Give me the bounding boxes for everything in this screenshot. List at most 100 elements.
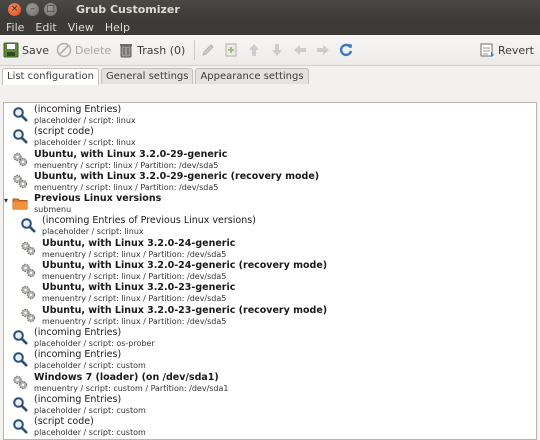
list-item[interactable]: Ubuntu, with Linux 3.2.0-23-generic menue… [4, 281, 536, 303]
list-item[interactable]: Ubuntu, with Linux 3.2.0-29-generic (rec… [4, 170, 536, 192]
entry-name: (script code) [34, 416, 94, 428]
menu-help[interactable]: Help [105, 21, 130, 34]
gears-icon [12, 173, 28, 189]
list-item[interactable]: ▾ Previous Linux versions submenu [4, 192, 536, 214]
trash-button[interactable]: Trash (0) [118, 42, 185, 58]
list-item[interactable]: Ubuntu, with Linux 3.2.0-24-generic menue… [4, 237, 536, 259]
minimize-window-button[interactable]: – [26, 3, 39, 16]
tab-appearance-settings[interactable]: Appearance settings [195, 68, 309, 84]
move-right-button[interactable] [315, 42, 331, 58]
reload-button[interactable] [338, 42, 354, 58]
entry-name: Ubuntu, with Linux 3.2.0-29-generic [34, 148, 228, 160]
revert-label: Revert [497, 43, 534, 57]
gears-icon [20, 240, 36, 256]
list-item[interactable]: Ubuntu, with Linux 3.2.0-29-generic menue… [4, 148, 536, 170]
entry-details: placeholder / script: custom [34, 428, 146, 438]
list-item[interactable]: (incoming Entries) placeholder / script: … [4, 326, 536, 348]
arrow-up-icon [249, 44, 260, 56]
list-item[interactable]: Ubuntu, with Linux 3.2.0-24-generic (rec… [4, 259, 536, 281]
list-item[interactable]: (script code) placeholder / script: linux [4, 125, 536, 147]
pencil-icon [202, 44, 215, 56]
grub-customizer-window: × – □ Grub Customizer File Edit View Hel… [0, 0, 540, 440]
move-left-button[interactable] [292, 42, 308, 58]
settings-tabs: List configuration General settings Appe… [0, 66, 540, 85]
save-button[interactable]: Save [3, 42, 49, 58]
move-down-button[interactable] [269, 42, 285, 58]
entry-name: (incoming Entries of Previous Linux vers… [42, 215, 256, 227]
magnifier-icon [12, 396, 28, 412]
entry-name: Previous Linux versions [34, 193, 162, 205]
gears-icon [12, 374, 28, 390]
magnifier-icon [12, 418, 28, 434]
entry-name: (incoming Entries) [34, 326, 122, 338]
entry-name: Ubuntu, with Linux 3.2.0-24-generic [42, 237, 236, 249]
list-item[interactable]: (script code) placeholder / script: custo… [4, 415, 536, 437]
revert-icon [480, 43, 494, 57]
gears-icon [20, 307, 36, 323]
entry-text: (script code) placeholder / script: linux [34, 126, 136, 148]
list-item[interactable]: (incoming Entries of Previous Linux vers… [4, 214, 536, 236]
expander-arrow-icon[interactable]: ▾ [4, 196, 8, 205]
entry-name: (incoming Entries) [34, 104, 122, 115]
list-item[interactable]: Ubuntu, with Linux 3.2.0-23-generic (rec… [4, 304, 536, 326]
entry-name: Ubuntu, with Linux 3.2.0-23-generic [42, 282, 236, 294]
revert-button[interactable]: Revert [479, 42, 534, 58]
delete-icon [56, 42, 72, 58]
magnifier-icon [20, 217, 36, 233]
list-item[interactable]: Windows 7 (loader) (on /dev/sda1) menuent… [4, 371, 536, 393]
save-icon [3, 42, 19, 58]
entry-text: (incoming Entries) placeholder / script: … [34, 394, 146, 416]
save-label: Save [22, 43, 50, 57]
entry-text: Ubuntu, with Linux 3.2.0-24-generic menue… [42, 238, 235, 260]
toolbar-separator [194, 40, 196, 60]
new-entry-icon [225, 43, 237, 57]
arrow-down-icon [272, 44, 283, 56]
list-item[interactable]: (incoming Entries) placeholder / script: … [4, 348, 536, 370]
entry-text: (incoming Entries) placeholder / script: … [34, 104, 136, 126]
entry-text: (incoming Entries) placeholder / script: … [34, 327, 155, 349]
move-up-button[interactable] [246, 42, 262, 58]
delete-label: Delete [75, 43, 112, 57]
entry-text: Previous Linux versions submenu [34, 193, 161, 215]
menu-view[interactable]: View [68, 21, 94, 34]
magnifier-icon [12, 128, 28, 144]
maximize-window-button[interactable]: □ [44, 3, 57, 16]
menu-bar: File Edit View Help [0, 19, 540, 35]
arrow-left-icon [294, 45, 307, 55]
entry-text: Ubuntu, with Linux 3.2.0-23-generic (rec… [42, 305, 327, 327]
entry-text: Ubuntu, with Linux 3.2.0-29-generic menue… [34, 149, 227, 171]
tab-general-settings[interactable]: General settings [101, 68, 194, 84]
list-item[interactable]: (incoming Entries) placeholder / script: … [4, 393, 536, 415]
entry-name: Windows 7 (loader) (on /dev/sda1) [34, 371, 219, 383]
entry-name: (script code) [34, 126, 94, 138]
boot-entry-list: (incoming Entries) placeholder / script: … [3, 102, 537, 440]
trash-icon [120, 44, 133, 58]
gears-icon [20, 262, 36, 278]
menu-edit[interactable]: Edit [35, 21, 56, 34]
create-entry-button[interactable] [223, 42, 239, 58]
window-title: Grub Customizer [76, 3, 180, 16]
toolbar: Save Delete Trash (0) Revert [0, 35, 540, 66]
reload-icon [340, 43, 353, 57]
magnifier-icon [12, 106, 28, 122]
title-bar: × – □ Grub Customizer [0, 0, 540, 19]
entry-text: Windows 7 (loader) (on /dev/sda1) menuent… [34, 372, 229, 394]
close-window-button[interactable]: × [8, 3, 21, 16]
entry-text: Ubuntu, with Linux 3.2.0-23-generic menue… [42, 282, 235, 304]
entry-name: Ubuntu, with Linux 3.2.0-23-generic (rec… [42, 304, 328, 316]
tab-list-configuration[interactable]: List configuration [2, 68, 99, 85]
entry-name: (incoming Entries) [34, 349, 122, 361]
entry-text: (incoming Entries) placeholder / script: … [34, 349, 146, 371]
entry-text: Ubuntu, with Linux 3.2.0-24-generic (rec… [42, 260, 327, 282]
gears-icon [12, 151, 28, 167]
magnifier-icon [12, 329, 28, 345]
list-item[interactable]: (incoming Entries) placeholder / script: … [4, 103, 536, 125]
delete-button[interactable]: Delete [56, 42, 111, 58]
rename-button[interactable] [200, 42, 216, 58]
arrow-right-icon [317, 45, 330, 55]
magnifier-icon [12, 351, 28, 367]
entry-text: (script code) placeholder / script: custo… [34, 416, 146, 438]
entry-text: Ubuntu, with Linux 3.2.0-29-generic (rec… [34, 171, 319, 193]
entry-name: (incoming Entries) [34, 393, 122, 405]
menu-file[interactable]: File [6, 21, 24, 34]
